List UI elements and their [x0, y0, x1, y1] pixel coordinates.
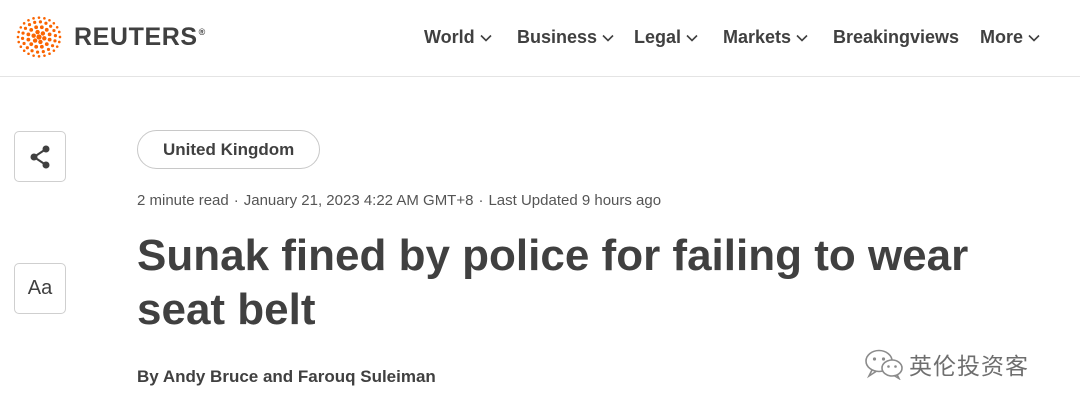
published-date: January 21, 2023 4:22 AM GMT+8	[243, 192, 474, 209]
nav-item-breakingviews[interactable]: Breakingviews	[833, 27, 959, 48]
section-tag-label: United Kingdom	[163, 139, 295, 159]
share-icon	[30, 145, 50, 168]
meta-separator: ·	[478, 192, 484, 209]
nav-item-legal[interactable]: Legal	[634, 27, 698, 48]
chevron-down-icon	[686, 34, 698, 42]
site-header: REUTERS® World Business Legal Markets Br…	[0, 0, 1080, 77]
watermark-text: 英伦投资客	[909, 354, 1029, 380]
font-size-label: Aa	[27, 277, 53, 299]
read-time: 2 minute read	[137, 192, 229, 209]
wechat-icon	[865, 349, 903, 380]
article-meta: 2 minute read · January 21, 2023 4:22 AM G…	[137, 192, 661, 209]
nav-item-business[interactable]: Business	[517, 27, 614, 48]
nav-item-label: Business	[517, 27, 598, 47]
article-headline: Sunak fined by police for failing to wea…	[137, 231, 969, 334]
share-button[interactable]	[14, 131, 66, 182]
nav-item-label: Markets	[723, 27, 792, 47]
nav-item-label: Legal	[634, 27, 682, 47]
watermark: 英伦投资客	[863, 347, 1029, 381]
chevron-down-icon	[602, 34, 614, 42]
article-byline: By Andy Bruce and Farouq Suleiman	[137, 367, 436, 386]
nav-item-label: Breakingviews	[833, 27, 960, 47]
font-size-button[interactable]: Aa	[14, 263, 66, 314]
meta-separator: ·	[233, 192, 239, 209]
nav-item-more[interactable]: More	[980, 27, 1040, 48]
nav-item-label: World	[424, 27, 475, 47]
main-nav: World Business Legal Markets Breakingvie…	[0, 27, 1080, 51]
section-tag[interactable]: United Kingdom	[137, 130, 321, 169]
chevron-down-icon	[1028, 34, 1040, 42]
nav-item-world[interactable]: World	[424, 27, 492, 48]
last-updated: Last Updated 9 hours ago	[488, 192, 662, 209]
chevron-down-icon	[480, 34, 492, 42]
nav-item-label: More	[980, 27, 1024, 47]
chevron-down-icon	[796, 34, 808, 42]
nav-item-markets[interactable]: Markets	[723, 27, 808, 48]
